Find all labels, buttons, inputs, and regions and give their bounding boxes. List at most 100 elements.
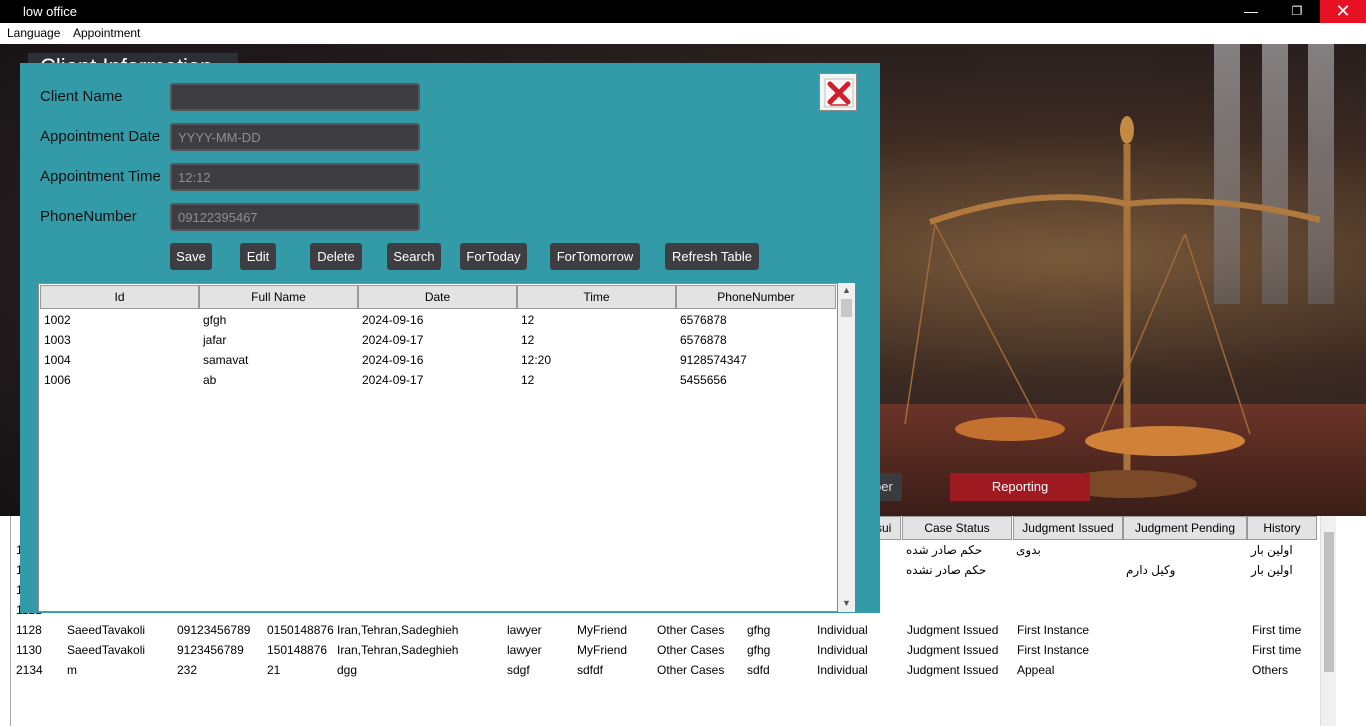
table-cell: SaeedTavakoli [67, 623, 146, 637]
grid-cell: 6576878 [680, 333, 727, 347]
table-cell: 1130 [16, 643, 42, 657]
table-cell: 150148876 [267, 643, 328, 657]
table-cell: 0150148876 [267, 623, 334, 637]
grid-cell: 6576878 [680, 313, 727, 327]
grid-cell: 12 [521, 333, 535, 347]
table-cell: وکیل دارم [1126, 563, 1176, 577]
maximize-button[interactable]: ❐ [1274, 0, 1320, 23]
grid-cell: 2024-09-16 [362, 353, 424, 367]
grid-cell: 2024-09-16 [362, 313, 424, 327]
save-button[interactable]: Save [170, 243, 212, 270]
table-cell: gfhg [747, 643, 771, 657]
table-cell: First Instance [1017, 643, 1090, 657]
search-button[interactable]: Search [387, 243, 441, 270]
table-cell: بدوی [1016, 543, 1041, 557]
grid-cell: ab [203, 373, 217, 387]
scrollbar-thumb[interactable] [1324, 532, 1334, 672]
table-cell: sdfd [747, 663, 770, 677]
restore-icon: ❐ [1291, 4, 1303, 18]
scrollbar-thumb[interactable] [841, 299, 852, 317]
appointment-time-input[interactable]: 12:12 [170, 163, 420, 191]
column-header-history[interactable]: History [1247, 516, 1317, 540]
table-cell: Others [1252, 663, 1289, 677]
grid-cell: 9128574347 [680, 353, 747, 367]
table-cell: lawyer [507, 623, 542, 637]
grid-cell: samavat [203, 353, 249, 367]
reporting-button[interactable]: Reporting [950, 473, 1090, 501]
column-header-date[interactable]: Date [358, 285, 517, 309]
table-cell: sdfdf [577, 663, 604, 677]
table-cell: 9123456789 [177, 643, 244, 657]
column-header-judgment-pending[interactable]: Judgment Pending [1123, 516, 1247, 540]
table-cell: m [67, 663, 77, 677]
column-header-judgment-issued[interactable]: Judgment Issued [1013, 516, 1123, 540]
table-cell: MyFriend [577, 643, 628, 657]
menu-language[interactable]: Language [7, 26, 60, 40]
grid-cell: 1006 [44, 373, 71, 387]
window-title: low office [23, 4, 77, 19]
column-header-id[interactable]: Id [40, 285, 199, 309]
client-name-input[interactable] [170, 83, 420, 111]
table-cell: 21 [267, 663, 281, 677]
appointment-time-label: Appointment Time [40, 168, 161, 185]
table-cell: Iran,Tehran,Sadeghieh [337, 623, 459, 637]
appointment-date-label: Appointment Date [40, 128, 161, 145]
table-cell: Individual [817, 623, 868, 637]
table-cell: sdgf [507, 663, 530, 677]
table-cell: Other Cases [657, 623, 725, 637]
grid-cell: 1002 [44, 313, 71, 327]
table-cell: اولین بار [1251, 563, 1293, 577]
title-bar: low office — ❐ ✕ [0, 0, 1366, 23]
grid-cell: 1004 [44, 353, 71, 367]
table-cell: SaeedTavakoli [67, 643, 146, 657]
table-cell: lawyer [507, 643, 542, 657]
grid-cell: 12 [521, 313, 535, 327]
scroll-up-icon[interactable]: ▲ [842, 285, 851, 295]
menu-appointment[interactable]: Appointment [73, 26, 140, 40]
grid-cell: 1003 [44, 333, 71, 347]
for-tomorrow-button[interactable]: ForTomorrow [550, 243, 640, 270]
grid-cell: gfgh [203, 313, 227, 327]
grid-cell: 2024-09-17 [362, 333, 424, 347]
column-header-phone-number[interactable]: PhoneNumber [676, 285, 836, 309]
for-today-button[interactable]: ForToday [460, 243, 527, 270]
grid-cell: 12 [521, 373, 535, 387]
table-cell: 1128 [16, 623, 42, 637]
grid-cell: 12:20 [521, 353, 552, 367]
table-cell: gfhg [747, 623, 771, 637]
table-cell: 09123456789 [177, 623, 251, 637]
column-header-full-name[interactable]: Full Name [199, 285, 358, 309]
table-cell: Appeal [1017, 663, 1055, 677]
table-cell: First time [1252, 623, 1302, 637]
table-cell: Other Cases [657, 663, 725, 677]
edit-button[interactable]: Edit [240, 243, 276, 270]
phone-number-label: PhoneNumber [40, 208, 137, 225]
cases-table-scrollbar[interactable] [1320, 516, 1336, 726]
table-cell: MyFriend [577, 623, 628, 637]
grid-cell: 2024-09-17 [362, 373, 424, 387]
scroll-down-icon[interactable]: ▼ [842, 598, 851, 608]
table-cell: Judgment Issued [907, 623, 999, 637]
appointments-grid-scrollbar[interactable]: ▲ ▼ [838, 283, 855, 612]
close-dialog-button[interactable] [819, 73, 857, 111]
table-cell: اولین بار [1251, 543, 1293, 557]
column-header-time[interactable]: Time [517, 285, 676, 309]
column-header-case-status[interactable]: Case Status [902, 516, 1012, 540]
menu-bar: Language Appointment [0, 23, 1366, 44]
close-window-button[interactable]: ✕ [1320, 0, 1366, 23]
table-cell: حکم صادر شده [906, 543, 983, 557]
table-cell: Other Cases [657, 643, 725, 657]
table-cell: Judgment Issued [907, 643, 999, 657]
refresh-table-button[interactable]: Refresh Table [665, 243, 759, 270]
delete-button[interactable]: Delete [310, 243, 362, 270]
phone-number-input[interactable]: 09122395467 [170, 203, 420, 231]
table-cell: dgg [337, 663, 358, 677]
table-cell: Individual [817, 643, 868, 657]
table-cell: First time [1252, 643, 1302, 657]
minimize-button[interactable]: — [1228, 0, 1274, 23]
table-cell: First Instance [1017, 623, 1090, 637]
appointment-date-input[interactable]: YYYY-MM-DD [170, 123, 420, 151]
client-name-label: Client Name [40, 88, 123, 105]
grid-cell: jafar [203, 333, 227, 347]
close-icon: ✕ [1335, 1, 1351, 21]
